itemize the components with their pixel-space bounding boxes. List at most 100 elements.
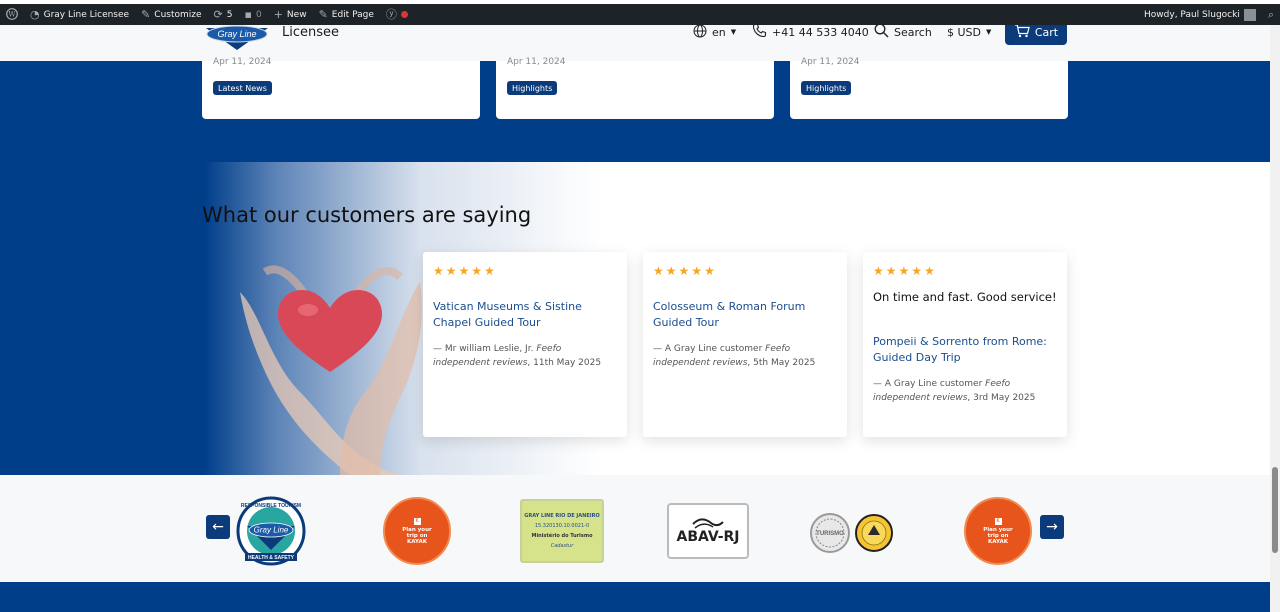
- brush-icon: ✎: [141, 8, 151, 21]
- wordpress-logo-icon: W: [6, 7, 18, 22]
- news-card[interactable]: Apr 11, 2024 Highlights: [496, 57, 774, 119]
- search-icon: [874, 23, 889, 41]
- search-button[interactable]: Search: [874, 23, 932, 41]
- testimonials-section: What our customers are saying ★ ★ ★ ★ ★ Vati…: [0, 162, 1270, 475]
- phone-icon: [752, 23, 767, 41]
- news-card[interactable]: Apr 11, 2024 Latest News: [202, 57, 480, 119]
- arrow-left-icon: ←: [212, 519, 224, 535]
- currency-label: $ USD: [947, 25, 981, 39]
- account-menu[interactable]: Howdy, Paul Slugocki: [1138, 4, 1262, 25]
- star-icon: ★: [653, 264, 664, 278]
- news-tag[interactable]: Highlights: [801, 81, 852, 95]
- kayak-badge[interactable]: K Plan your trip on KAYAK: [383, 497, 451, 565]
- kayak-k-icon: K: [413, 517, 421, 525]
- yoast-icon: ⓨ: [385, 8, 397, 21]
- abav-rj-logo: ABAV-RJ: [667, 503, 749, 559]
- comments-link[interactable]: ▪ 0: [239, 4, 268, 25]
- partners-carousel: ← RESPONSIBLE TOURISM Gray Line HEALTH &…: [0, 475, 1270, 582]
- comment-icon: ▪: [244, 8, 252, 21]
- badge-top-text: RESPONSIBLE TOURISM: [241, 503, 301, 509]
- cadastur-brand-text: Cadastur: [550, 543, 574, 549]
- abav-wave-icon: [692, 518, 724, 529]
- review-date: 3rd May 2025: [973, 393, 1036, 403]
- cadastur-top-text: GRAY LINE RIO DE JANEIRO: [524, 513, 600, 519]
- dashboard-icon: ◔: [30, 8, 40, 21]
- arrow-right-icon: →: [1046, 519, 1058, 535]
- abav-text: ABAV-RJ: [676, 529, 740, 545]
- review-tour-link[interactable]: Colosseum & Roman Forum Guided Tour: [653, 299, 837, 331]
- review-tour-link[interactable]: Vatican Museums & Sistine Chapel Guided …: [433, 299, 617, 331]
- seo-status-dot: [400, 11, 408, 18]
- site-title: Licensee: [282, 25, 340, 40]
- star-icon: ★: [458, 264, 470, 278]
- chevron-down-icon: ▼: [730, 28, 737, 36]
- carousel-prev-button[interactable]: ←: [206, 515, 230, 539]
- review-attribution: — Mr william Leslie, Jr. Feefo independe…: [433, 344, 602, 368]
- refresh-icon: ⟳: [213, 8, 223, 21]
- star-icon: ★: [665, 264, 677, 278]
- cadastur-bottom-text: Ministério do Turismo: [531, 533, 593, 539]
- scrollbar-thumb[interactable]: [1272, 467, 1278, 553]
- star-icon: ★: [678, 264, 690, 278]
- wp-admin-bar: W ◔ Gray Line Licensee ✎ Customize ⟳ 5 ▪…: [0, 4, 1280, 25]
- review-attribution: — A Gray Line customer Feefo independent…: [873, 379, 1036, 403]
- news-date: Apr 11, 2024: [213, 57, 272, 67]
- customize-link[interactable]: ✎ Customize: [135, 4, 207, 25]
- seo-menu[interactable]: ⓨ: [380, 4, 414, 25]
- responsible-tourism-logo: RESPONSIBLE TOURISM Gray Line HEALTH & S…: [236, 496, 306, 566]
- new-content-menu[interactable]: + New: [268, 4, 313, 25]
- news-date: Apr 11, 2024: [801, 57, 860, 67]
- star-icon: ★: [704, 264, 715, 278]
- star-icon: ★: [898, 264, 910, 278]
- news-date: Apr 11, 2024: [507, 57, 566, 67]
- plus-icon: +: [273, 8, 283, 21]
- news-tag[interactable]: Latest News: [213, 81, 272, 95]
- updates-link[interactable]: ⟳ 5: [208, 4, 239, 25]
- turismo-seals: TURISMO: [810, 513, 893, 553]
- review-tour-link[interactable]: Pompeii & Sorrento from Rome: Guided Day…: [873, 334, 1057, 366]
- site-header: Gray Line Licensee en ▼ +41 44 533 4040 …: [0, 20, 1270, 61]
- admin-search[interactable]: ⌕: [1262, 4, 1280, 25]
- language-label: en: [712, 25, 726, 39]
- edit-page-label: Edit Page: [331, 9, 374, 20]
- search-icon: ⌕: [1267, 8, 1274, 21]
- gray-line-logo[interactable]: Gray Line: [204, 25, 270, 51]
- badge-mid-text: Gray Line: [254, 526, 289, 535]
- news-tag[interactable]: Highlights: [507, 81, 558, 95]
- kayak-k-icon: K: [994, 517, 1002, 525]
- language-switcher[interactable]: en ▼: [693, 24, 737, 39]
- star-icon: ★: [691, 264, 703, 278]
- avatar: [1243, 8, 1256, 21]
- edit-page-link[interactable]: ✎ Edit Page: [313, 4, 380, 25]
- review-date: 5th May 2025: [753, 358, 816, 368]
- cadastur-badge: GRAY LINE RIO DE JANEIRO 15.320130.10.00…: [520, 499, 604, 563]
- kayak-text: Plan your trip on KAYAK: [983, 526, 1013, 545]
- search-label: Search: [894, 25, 932, 39]
- badge-bottom-text: HEALTH & SAFETY: [248, 555, 295, 561]
- hands-heart-image: [240, 265, 422, 475]
- news-card[interactable]: Apr 11, 2024 Highlights: [790, 57, 1068, 119]
- review-date: 11th May 2025: [533, 358, 602, 368]
- cadastur-id-text: 15.320130.10.0021-0: [534, 523, 590, 529]
- review-quote: On time and fast. Good service!: [873, 290, 1057, 304]
- star-rating: ★ ★ ★ ★ ★: [653, 264, 715, 278]
- customize-label: Customize: [154, 9, 202, 20]
- star-icon: ★: [885, 264, 897, 278]
- turismo-seal-text: TURISMO: [816, 531, 844, 537]
- review-card: ★ ★ ★ ★ ★ Colosseum & Roman Forum Guided Tou…: [643, 252, 847, 437]
- review-author: Mr william Leslie, Jr.: [444, 344, 534, 354]
- page-scrollbar[interactable]: [1270, 25, 1280, 612]
- carousel-next-button[interactable]: →: [1040, 515, 1064, 539]
- pencil-icon: ✎: [318, 8, 328, 21]
- review-author: A Gray Line customer: [664, 344, 763, 354]
- currency-switcher[interactable]: $ USD ▼: [947, 25, 991, 39]
- site-name-menu[interactable]: ◔ Gray Line Licensee: [24, 4, 135, 25]
- phone-number: +41 44 533 4040: [772, 25, 869, 39]
- footer: [0, 582, 1270, 612]
- wordpress-menu[interactable]: W: [0, 4, 24, 25]
- phone-link[interactable]: +41 44 533 4040: [752, 23, 869, 41]
- review-author: A Gray Line customer: [884, 379, 983, 389]
- star-icon: ★: [484, 264, 495, 278]
- chevron-down-icon: ▼: [986, 28, 992, 36]
- kayak-badge[interactable]: K Plan your trip on KAYAK: [964, 497, 1032, 565]
